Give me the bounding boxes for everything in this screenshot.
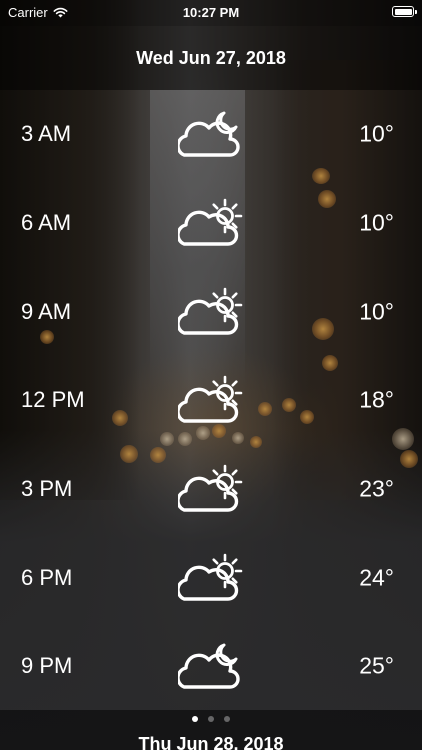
forecast-row: 9 AM 10° — [0, 267, 422, 356]
forecast-temperature: 10° — [359, 209, 394, 236]
forecast-time: 6 AM — [21, 210, 72, 236]
cloud-sun-icon — [176, 551, 244, 605]
forecast-time: 12 PM — [21, 387, 85, 413]
forecast-temperature: 25° — [359, 652, 394, 679]
status-time: 10:27 PM — [182, 5, 240, 20]
forecast-time: 9 AM — [21, 298, 72, 324]
forecast-temperature: 23° — [359, 475, 394, 502]
date-header: Wed Jun 27, 2018 — [0, 26, 422, 90]
page-dot[interactable] — [192, 716, 198, 722]
forecast-row: 3 AM 10° — [0, 90, 422, 179]
forecast-time: 6 PM — [21, 564, 73, 590]
forecast-time: 3 PM — [21, 476, 73, 502]
forecast-row: 6 PM 24° — [0, 533, 422, 622]
forecast-temperature: 10° — [359, 120, 394, 147]
page-dot[interactable] — [208, 716, 214, 722]
cloud-sun-icon — [176, 462, 244, 516]
forecast-row: 6 AM 10° — [0, 179, 422, 268]
forecast-temperature: 18° — [359, 386, 394, 413]
forecast-row: 3 PM 23° — [0, 445, 422, 534]
forecast-row: 9 PM 25° — [0, 622, 422, 711]
battery-icon — [392, 6, 417, 17]
next-day-date: Thu Jun 28, 2018 — [138, 734, 284, 750]
cloud-sun-icon — [176, 196, 244, 250]
forecast-row: 12 PM 18° — [0, 356, 422, 445]
forecast-temperature: 24° — [359, 564, 394, 591]
cloud-sun-icon — [176, 373, 244, 427]
forecast-temperature: 10° — [359, 298, 394, 325]
cloud-moon-icon — [176, 107, 244, 161]
forecast-time: 9 PM — [21, 653, 73, 679]
battery-level — [394, 8, 412, 15]
page-dot[interactable] — [224, 716, 230, 722]
status-bar: Carrier 10:27 PM — [0, 0, 422, 26]
page-indicator[interactable] — [0, 716, 422, 722]
cloud-moon-icon — [176, 639, 244, 693]
next-day-header[interactable]: Thu Jun 28, 2018 — [0, 710, 422, 750]
hourly-forecast-list[interactable]: 3 AM 10° 6 AM 10° 9 AM 10° 12 PM 18° 3 PM 23° 6 PM… — [0, 90, 422, 711]
current-date: Wed Jun 27, 2018 — [136, 47, 286, 68]
cloud-sun-icon — [176, 285, 244, 339]
forecast-time: 3 AM — [21, 121, 72, 147]
